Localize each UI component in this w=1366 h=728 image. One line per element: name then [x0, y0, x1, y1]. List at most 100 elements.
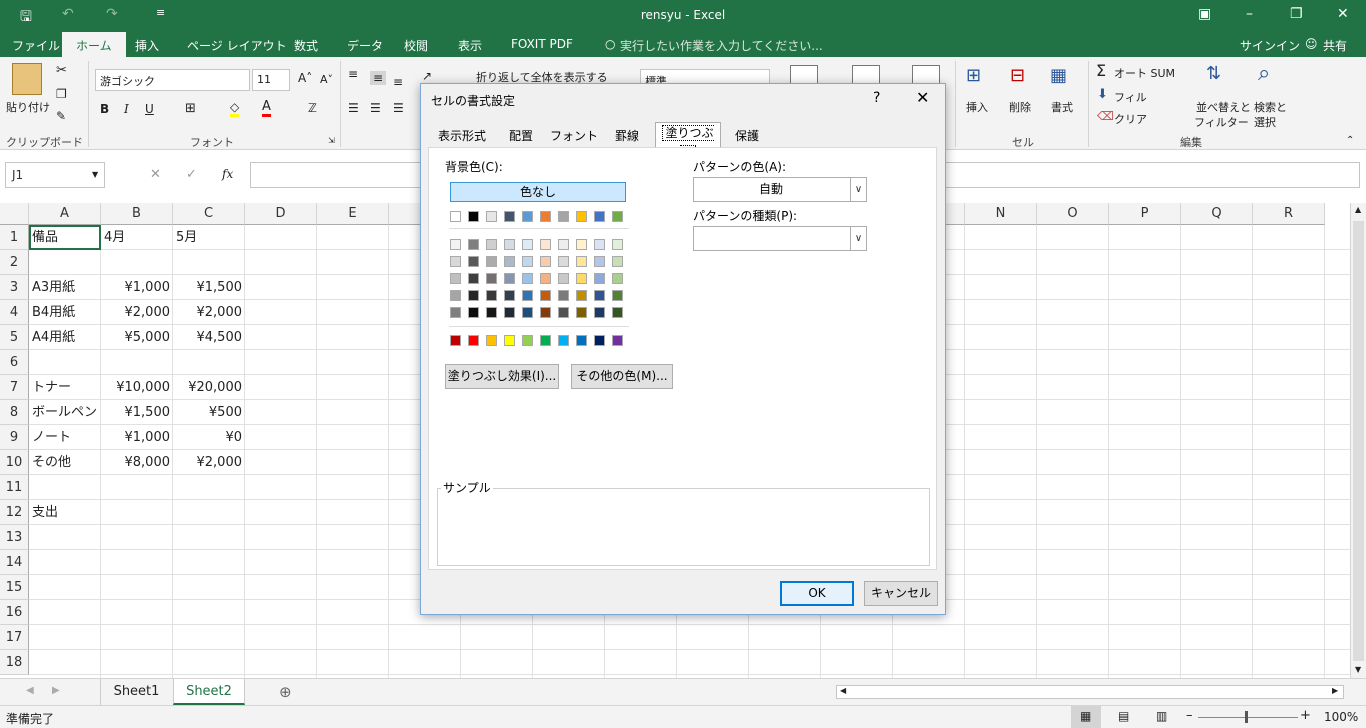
theme-shade-swatch[interactable] — [468, 290, 479, 301]
standard-color-swatch[interactable] — [504, 335, 515, 346]
delete-cells-icon[interactable]: ⊟ — [1010, 65, 1025, 86]
font-size-select[interactable]: 11 — [252, 69, 290, 91]
zoom-level[interactable]: 100% — [1324, 710, 1358, 724]
more-colors-button[interactable]: その他の色(M)... — [571, 364, 673, 389]
theme-shade-swatch[interactable] — [504, 273, 515, 284]
row-header[interactable]: 2 — [0, 250, 29, 275]
dialog-close-icon[interactable]: ✕ — [916, 88, 929, 107]
font-grow-icon[interactable]: A˄ — [298, 71, 312, 85]
orientation-icon[interactable]: ↗ — [422, 69, 432, 83]
theme-shade-swatch[interactable] — [504, 256, 515, 267]
theme-shade-swatch[interactable] — [468, 239, 479, 250]
theme-shade-swatch[interactable] — [522, 307, 533, 318]
theme-color-swatch[interactable] — [540, 211, 551, 222]
theme-shade-swatch[interactable] — [612, 307, 623, 318]
next-sheet-icon[interactable]: ▶ — [52, 685, 60, 696]
cell-b7[interactable]: ¥10,000 — [101, 375, 173, 400]
row-header[interactable]: 18 — [0, 650, 29, 675]
paste-icon[interactable] — [12, 63, 42, 95]
find-select-icon[interactable]: ⌕ — [1258, 61, 1270, 86]
theme-shade-swatch[interactable] — [558, 290, 569, 301]
align-top-icon[interactable]: ≡ — [348, 67, 358, 81]
collapse-ribbon-icon[interactable]: ⌃ — [1346, 135, 1354, 146]
autosum-button[interactable]: オート SUM — [1114, 65, 1175, 81]
format-painter-icon[interactable]: ✎ — [56, 109, 66, 123]
theme-shade-swatch[interactable] — [576, 256, 587, 267]
pattern-style-select[interactable]: ∨ — [693, 226, 867, 251]
font-shrink-icon[interactable]: A˅ — [320, 73, 333, 86]
theme-shade-swatch[interactable] — [450, 256, 461, 267]
fill-button[interactable]: フィル — [1114, 89, 1147, 105]
sheet-tab-sheet2[interactable]: Sheet2 — [173, 679, 245, 705]
no-color-button[interactable]: 色なし — [450, 182, 626, 202]
phonetic-icon[interactable]: ℤ — [308, 101, 317, 115]
autosum-icon[interactable]: Σ — [1096, 61, 1106, 80]
font-color-icon[interactable]: A — [262, 99, 271, 117]
fill-effects-button[interactable]: 塗りつぶし効果(I)... — [445, 364, 559, 389]
fill-color-icon[interactable]: ◇ — [230, 100, 240, 117]
theme-color-swatch[interactable] — [522, 211, 533, 222]
format-cells-icon[interactable]: ▦ — [1050, 65, 1067, 86]
cell-c3[interactable]: ¥1,500 — [173, 275, 245, 300]
share-button[interactable]: 共有 — [1323, 37, 1347, 54]
theme-shade-swatch[interactable] — [522, 256, 533, 267]
cell-a1[interactable]: 備品 — [29, 225, 101, 250]
dialog-tab-protection[interactable]: 保護 — [727, 125, 767, 147]
find-select-button-line1[interactable]: 検索と — [1254, 99, 1287, 115]
cell-b4[interactable]: ¥2,000 — [101, 300, 173, 325]
row-header[interactable]: 7 — [0, 375, 29, 400]
theme-shade-swatch[interactable] — [450, 290, 461, 301]
theme-shade-swatch[interactable] — [540, 307, 551, 318]
column-header[interactable]: D — [245, 203, 317, 225]
tell-me-box[interactable]: 実行したい作業を入力してください... — [620, 37, 823, 54]
theme-shade-swatch[interactable] — [594, 273, 605, 284]
font-launcher-icon[interactable]: ⇲ — [328, 136, 335, 145]
sort-filter-icon[interactable]: ⇅ — [1206, 63, 1221, 84]
scroll-left-icon[interactable]: ◀ — [840, 686, 846, 695]
theme-shade-swatch[interactable] — [540, 290, 551, 301]
theme-shade-swatch[interactable] — [594, 239, 605, 250]
tab-data[interactable]: データ — [347, 37, 383, 54]
cell-b1[interactable]: 4月 — [101, 225, 173, 250]
cell-b9[interactable]: ¥1,000 — [101, 425, 173, 450]
vertical-scroll-thumb[interactable] — [1353, 221, 1364, 661]
row-header[interactable]: 5 — [0, 325, 29, 350]
cancel-entry-icon[interactable]: ✕ — [150, 167, 161, 182]
clear-button[interactable]: クリア — [1114, 111, 1147, 127]
ribbon-display-icon[interactable]: ▣ — [1198, 6, 1211, 22]
cell-c5[interactable]: ¥4,500 — [173, 325, 245, 350]
row-header[interactable]: 12 — [0, 500, 29, 525]
column-header[interactable]: N — [965, 203, 1037, 225]
column-header[interactable]: O — [1037, 203, 1109, 225]
theme-shade-swatch[interactable] — [558, 307, 569, 318]
theme-color-swatch[interactable] — [450, 211, 461, 222]
tab-review[interactable]: 校閲 — [404, 37, 428, 54]
horizontal-scrollbar[interactable] — [836, 685, 1344, 699]
standard-color-swatch[interactable] — [522, 335, 533, 346]
theme-shade-swatch[interactable] — [540, 239, 551, 250]
theme-shade-swatch[interactable] — [468, 256, 479, 267]
insert-cells-button[interactable]: 挿入 — [966, 99, 988, 115]
theme-shade-swatch[interactable] — [486, 256, 497, 267]
column-header[interactable]: P — [1109, 203, 1181, 225]
theme-color-swatch[interactable] — [594, 211, 605, 222]
theme-shade-swatch[interactable] — [468, 273, 479, 284]
theme-shade-swatch[interactable] — [612, 290, 623, 301]
theme-color-swatch[interactable] — [576, 211, 587, 222]
tab-insert[interactable]: 挿入 — [135, 37, 159, 54]
row-header[interactable]: 1 — [0, 225, 29, 250]
standard-color-swatch[interactable] — [450, 335, 461, 346]
cell-a10[interactable]: その他 — [29, 450, 101, 475]
row-header[interactable]: 14 — [0, 550, 29, 575]
theme-color-swatch[interactable] — [504, 211, 515, 222]
theme-shade-swatch[interactable] — [504, 239, 515, 250]
zoom-slider[interactable] — [1198, 717, 1298, 718]
theme-shade-swatch[interactable] — [486, 239, 497, 250]
delete-cells-button[interactable]: 削除 — [1009, 99, 1031, 115]
page-layout-view-icon[interactable]: ▤ — [1118, 709, 1129, 723]
cell-c9[interactable]: ¥0 — [173, 425, 245, 450]
theme-shade-swatch[interactable] — [504, 290, 515, 301]
tab-formulas[interactable]: 数式 — [294, 37, 318, 54]
row-header[interactable]: 4 — [0, 300, 29, 325]
sort-filter-button-line2[interactable]: フィルター — [1194, 114, 1249, 130]
